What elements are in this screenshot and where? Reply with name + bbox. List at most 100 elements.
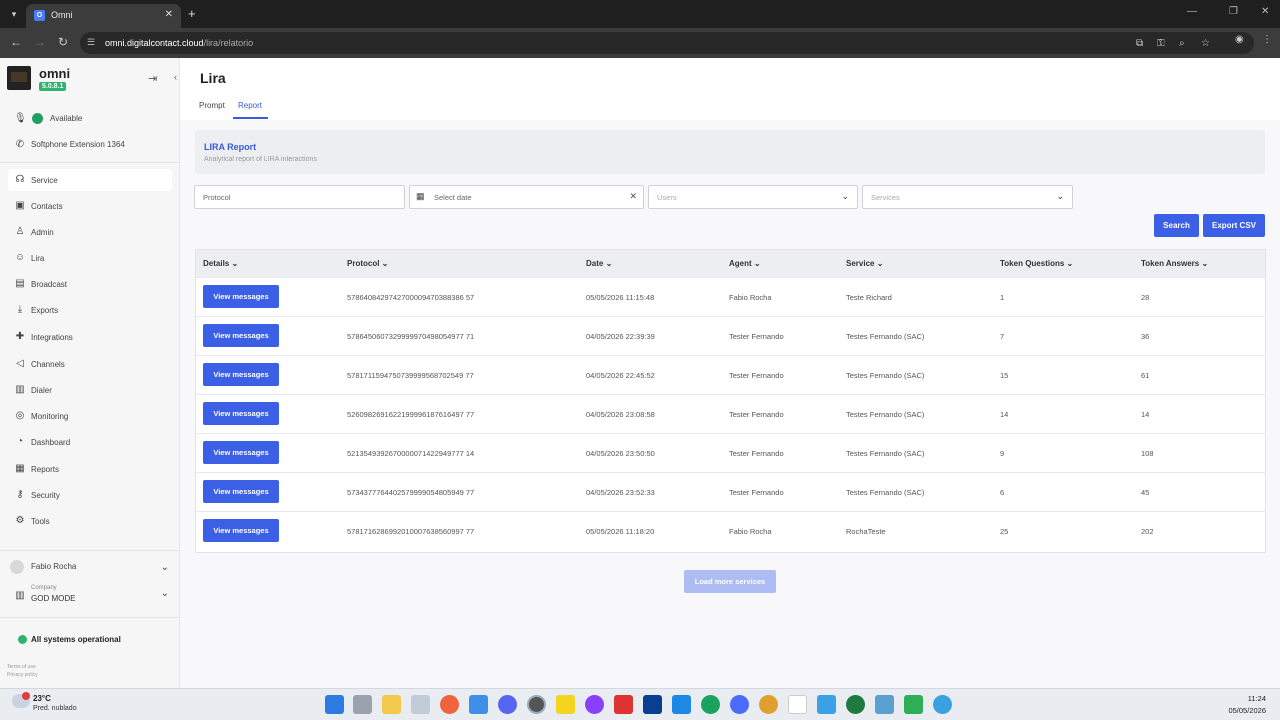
profile-icon[interactable]: ◉	[1235, 34, 1244, 45]
services-select[interactable]: Services ⌄	[862, 185, 1073, 209]
cast-icon[interactable]: ⧉	[1136, 38, 1143, 49]
sticky-notes-icon[interactable]	[556, 695, 575, 714]
column-header-agent[interactable]: Agent ⌄	[729, 259, 761, 268]
softphone-extension[interactable]: ✆ Softphone Extension 1364	[8, 135, 172, 155]
column-header-token-answers[interactable]: Token Answers ⌄	[1141, 259, 1208, 268]
new-tab-icon[interactable]: +	[188, 6, 196, 21]
view-messages-button[interactable]: View messages	[203, 324, 279, 347]
sidebar-item-dashboard[interactable]: ◔ Dashboard	[8, 431, 172, 453]
forecast[interactable]: Pred. nublado	[33, 705, 77, 712]
agent-status[interactable]: 🎙 Available	[8, 109, 172, 129]
sidebar-item-label: Exports	[31, 306, 59, 315]
start-menu-icon[interactable]	[325, 695, 344, 714]
user-name: Fabio Rocha	[31, 562, 77, 571]
temperature[interactable]: 23°C	[33, 694, 51, 703]
app-icon[interactable]	[440, 695, 459, 714]
edge-icon[interactable]	[701, 695, 720, 714]
sidebar-item-contacts[interactable]: ▣ Contacts	[8, 195, 172, 217]
sidebar-item-dialer[interactable]: ▥ Dialer	[8, 379, 172, 401]
date-cell: 04/05/2026 23:08:58	[586, 410, 655, 419]
company-selector[interactable]: ▥ Company GOD MODE ⌄	[8, 585, 172, 607]
terminal-icon[interactable]	[643, 695, 662, 714]
sidebar-item-exports[interactable]: ⤓ Exports	[8, 299, 172, 321]
date-cell: 05/05/2026 11:15:48	[586, 293, 655, 302]
app-icon[interactable]	[846, 695, 865, 714]
notepad-icon[interactable]	[788, 695, 807, 714]
browser-icon[interactable]	[730, 695, 749, 714]
agent-cell: Tester Fernando	[729, 449, 784, 458]
view-messages-button[interactable]: View messages	[203, 285, 279, 308]
sidebar-item-security[interactable]: ⚷ Security	[8, 484, 172, 506]
protocol-input[interactable]: Protocol	[194, 185, 405, 209]
sidebar-item-channels[interactable]: ◁ Channels	[8, 353, 172, 375]
sidebar-item-lira[interactable]: ☺ Lira	[8, 247, 172, 269]
sidebar-item-integrations[interactable]: ✚ Integrations	[8, 326, 172, 348]
more-menu-icon[interactable]: ⋮	[1262, 34, 1272, 45]
browser-tab[interactable]: O Omni ✕	[26, 4, 181, 28]
back-icon[interactable]: ←	[10, 35, 22, 49]
column-header-date[interactable]: Date ⌄	[586, 259, 612, 268]
task-view-icon[interactable]	[353, 695, 372, 714]
tab-search-icon[interactable]: ▾	[6, 7, 22, 21]
collapse-sidebar-icon[interactable]: ‹	[174, 72, 177, 82]
vscode-icon[interactable]	[672, 695, 691, 714]
app-icon[interactable]	[817, 695, 836, 714]
column-header-service[interactable]: Service ⌄	[846, 259, 883, 268]
view-messages-button[interactable]: View messages	[203, 441, 279, 464]
app-icon[interactable]	[875, 695, 894, 714]
sidebar-item-broadcast[interactable]: ▤ Broadcast	[8, 273, 172, 295]
zoom-icon[interactable]: ⌕	[1179, 38, 1185, 49]
sidebar-item-admin[interactable]: ♙ Admin	[8, 221, 172, 243]
sidebar-item-service[interactable]: ☊ Service	[8, 169, 172, 191]
view-messages-button[interactable]: View messages	[203, 519, 279, 542]
app-icon[interactable]	[759, 695, 778, 714]
site-info-icon[interactable]: ☰	[87, 37, 95, 48]
clear-date-icon[interactable]: ✕	[629, 191, 637, 202]
minimize-icon[interactable]: —	[1187, 6, 1197, 17]
tab-title: Omni	[51, 10, 73, 20]
page-title: Lira	[200, 70, 226, 86]
app-icon[interactable]	[469, 695, 488, 714]
discord-icon[interactable]	[498, 695, 517, 714]
maximize-icon[interactable]: ❐	[1229, 6, 1238, 17]
date-cell: 04/05/2026 23:52:33	[586, 488, 655, 497]
sidebar-item-monitoring[interactable]: ◎ Monitoring	[8, 405, 172, 427]
column-header-details[interactable]: Details ⌄	[203, 259, 238, 268]
bookmark-star-icon[interactable]: ☆	[1201, 38, 1210, 49]
tab-prompt[interactable]: Prompt	[199, 101, 225, 110]
load-more-button[interactable]: Load more services	[684, 570, 776, 593]
tab-close-icon[interactable]: ✕	[165, 9, 173, 20]
reload-icon[interactable]: ↻	[58, 35, 68, 49]
logout-icon[interactable]: ⇥	[148, 72, 157, 85]
table-row: View messages 57864506073299999704980549…	[196, 316, 1265, 355]
privacy-link[interactable]: Privacy policy	[7, 672, 38, 678]
user-menu[interactable]: Fabio Rocha ⌄	[0, 558, 180, 578]
sidebar-item-tools[interactable]: ⚙ Tools	[8, 510, 172, 532]
app-icon[interactable]	[614, 695, 633, 714]
tab-report[interactable]: Report	[238, 101, 262, 110]
github-icon[interactable]	[585, 695, 604, 714]
file-explorer-icon[interactable]	[382, 695, 401, 714]
app-icon[interactable]	[411, 695, 430, 714]
view-messages-button[interactable]: View messages	[203, 480, 279, 503]
chrome-icon[interactable]	[527, 695, 546, 714]
sidebar-item-reports[interactable]: ▦ Reports	[8, 458, 172, 480]
users-select[interactable]: Users ⌄	[648, 185, 858, 209]
date-cell: 04/05/2026 22:45:52	[586, 371, 655, 380]
address-bar[interactable]: ☰ omni.digitalcontact.cloud/lira/relator…	[80, 32, 1254, 54]
view-messages-button[interactable]: View messages	[203, 363, 279, 386]
view-messages-button[interactable]: View messages	[203, 402, 279, 425]
column-header-token-questions[interactable]: Token Questions ⌄	[1000, 259, 1073, 268]
export-csv-button[interactable]: Export CSV	[1203, 214, 1265, 237]
app-icon[interactable]	[933, 695, 952, 714]
dashboard-icon: ◔	[16, 436, 24, 447]
forward-icon[interactable]: →	[34, 35, 46, 49]
password-key-icon[interactable]: ⚿	[1157, 38, 1165, 49]
close-window-icon[interactable]: ✕	[1261, 6, 1269, 17]
system-clock[interactable]: 11:24 05/05/2026	[1228, 694, 1266, 715]
column-header-protocol[interactable]: Protocol ⌄	[347, 259, 388, 268]
app-icon[interactable]	[904, 695, 923, 714]
date-picker[interactable]: ▦ Select date ✕	[409, 185, 644, 209]
terms-link[interactable]: Terms of use	[7, 664, 36, 670]
search-button[interactable]: Search	[1154, 214, 1199, 237]
